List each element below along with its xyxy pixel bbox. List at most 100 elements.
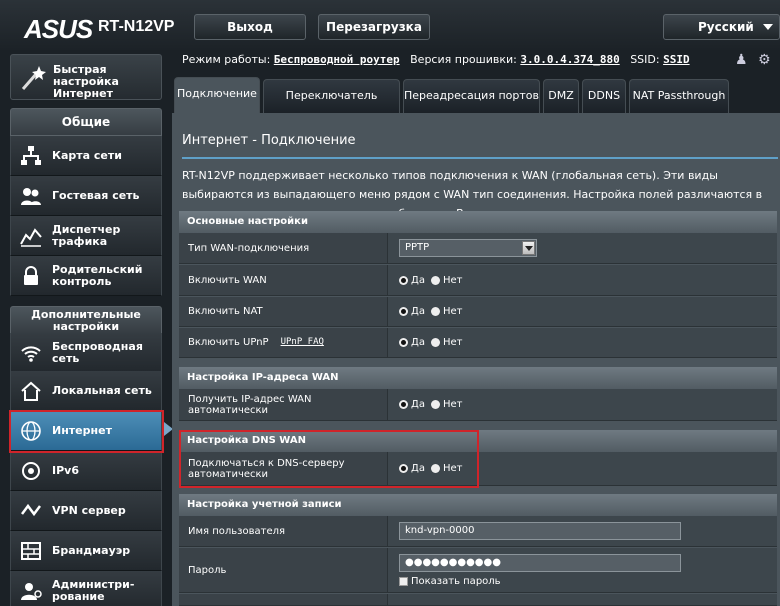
- sidebar-item-network-map[interactable]: Карта сети: [10, 136, 162, 176]
- password-input[interactable]: ●●●●●●●●●●●: [399, 553, 681, 572]
- password-label: Пароль: [179, 548, 388, 592]
- model-name: RT-N12VP: [98, 18, 175, 35]
- auto-ip-no-radio[interactable]: [430, 400, 440, 409]
- lock-icon: [19, 264, 43, 288]
- sidebar-item-administration[interactable]: Администри-рование: [10, 571, 162, 606]
- sidebar-item-lan[interactable]: Локальная сеть: [10, 371, 162, 411]
- enable-wan-no-radio[interactable]: [430, 275, 440, 285]
- status-icons[interactable]: ♟ ⚙: [735, 52, 771, 68]
- wan-type-row: Тип WAN-подключения PPTP: [179, 233, 777, 264]
- top-bar: ASUS RT-N12VP Выход Перезагрузка Русский: [0, 0, 780, 50]
- traffic-manager-icon: [19, 224, 43, 248]
- enable-wan-row: Включить WAN Да Нет: [179, 265, 777, 296]
- show-password-option[interactable]: Показать пароль: [399, 576, 501, 587]
- enable-upnp-label: Включить UPnP: [188, 337, 269, 348]
- basic-settings-header: Основные настройки: [179, 211, 777, 233]
- yes-label: Да: [411, 337, 425, 348]
- firewall-icon: [19, 539, 43, 563]
- sidebar-item-label: VPN сервер: [52, 503, 126, 517]
- wan-type-value: PPTP: [405, 242, 430, 253]
- tab-port-switch[interactable]: Переключатель портов: [263, 79, 400, 134]
- username-input[interactable]: knd-vpn-0000: [399, 522, 681, 540]
- advanced-section-header: Дополнительные настройки: [10, 306, 162, 334]
- password-row: Пароль ●●●●●●●●●●● Показать пароль: [179, 548, 777, 593]
- no-label: Нет: [442, 306, 463, 317]
- enable-upnp-no-radio[interactable]: [430, 338, 440, 347]
- language-select[interactable]: Русский: [663, 14, 780, 40]
- firmware-label: Версия прошивки:: [410, 53, 517, 66]
- sidebar-item-label: Карта сети: [52, 148, 122, 162]
- quick-setup-label: Быстрая настройка Интернет: [53, 63, 119, 100]
- enable-upnp-label-cell: Включить UPnP UPnP FAQ: [179, 328, 388, 357]
- users-icon[interactable]: ♟: [735, 52, 748, 68]
- wan-type-select[interactable]: PPTP: [399, 239, 537, 257]
- username-row: Имя пользователя knd-vpn-0000: [179, 516, 777, 547]
- chevron-down-icon: [763, 24, 773, 30]
- username-label: Имя пользователя: [179, 516, 388, 546]
- enable-wan-yes-radio[interactable]: [399, 275, 408, 285]
- enable-nat-no-radio[interactable]: [430, 307, 440, 316]
- mode-link[interactable]: Беспроводной роутер: [274, 53, 400, 66]
- tab-connection[interactable]: Подключение: [174, 77, 260, 113]
- yes-label: Да: [411, 274, 425, 286]
- ssid-label: SSID:: [630, 53, 660, 66]
- yes-label: Да: [411, 399, 425, 410]
- enable-upnp-yes-radio[interactable]: [399, 338, 408, 347]
- highlight-box-internet: [9, 410, 164, 453]
- sidebar-item-label: IPv6: [52, 463, 79, 477]
- highlight-box-dns: [179, 430, 479, 488]
- enable-nat-yes-radio[interactable]: [399, 307, 408, 316]
- page-title: Интернет - Подключение: [182, 133, 356, 148]
- usb-icon[interactable]: ⚙: [758, 52, 771, 68]
- no-label: Нет: [442, 399, 463, 410]
- admin-icon: [19, 579, 43, 603]
- no-label: Нет: [442, 337, 463, 348]
- enable-wan-label: Включить WAN: [179, 265, 388, 295]
- sidebar-item-label: Гостевая сеть: [52, 188, 140, 202]
- sidebar-item-firewall[interactable]: Брандмауэр: [10, 531, 162, 571]
- sidebar-item-guest-network[interactable]: Гостевая сеть: [10, 176, 162, 216]
- magic-wand-icon: [21, 66, 46, 90]
- next-row-partial: [179, 594, 777, 606]
- asus-logo: ASUS: [24, 14, 93, 44]
- home-icon: [19, 379, 43, 403]
- firmware-link[interactable]: 3.0.0.4.374_880: [520, 53, 619, 66]
- show-password-label: Показать пароль: [411, 575, 501, 587]
- reboot-button[interactable]: Перезагрузка: [318, 14, 430, 40]
- mode-label: Режим работы:: [182, 53, 271, 66]
- title-divider: [182, 157, 778, 159]
- sidebar-item-parental-control[interactable]: Родительский контроль: [10, 256, 162, 296]
- sidebar-item-wireless[interactable]: Беспроводная сеть: [10, 333, 162, 373]
- tab-nat-passthrough[interactable]: NAT Passthrough: [629, 79, 729, 113]
- account-settings-header: Настройка учетной записи: [179, 494, 777, 516]
- sidebar-item-vpn[interactable]: VPN сервер: [10, 491, 162, 531]
- tab-dmz[interactable]: DMZ: [543, 79, 579, 113]
- general-section-header: Общие: [10, 108, 162, 136]
- sidebar-item-label: Диспетчер трафика: [52, 222, 121, 248]
- upnp-faq-link[interactable]: UPnP FAQ: [281, 337, 324, 348]
- ssid-link[interactable]: SSID: [663, 53, 690, 66]
- no-label: Нет: [442, 274, 463, 286]
- enable-nat-label: Включить NAT: [179, 297, 388, 326]
- tab-ddns[interactable]: DDNS: [582, 79, 626, 113]
- chevron-down-icon: [522, 241, 535, 255]
- logout-button[interactable]: Выход: [194, 14, 306, 40]
- sidebar-item-label: Локальная сеть: [52, 383, 152, 397]
- enable-upnp-row: Включить UPnP UPnP FAQ Да Нет: [179, 328, 777, 358]
- auto-ip-label: Получить IP-адрес WAN автоматически: [179, 389, 388, 420]
- sidebar-item-label: Администри-рование: [52, 577, 135, 603]
- quick-setup-button[interactable]: Быстрая настройка Интернет: [10, 54, 162, 100]
- status-info: Режим работы: Беспроводной роутер Версия…: [182, 53, 690, 66]
- sidebar-item-label: Брандмауэр: [52, 543, 131, 557]
- wan-ip-header: Настройка IP-адреса WAN: [179, 367, 777, 389]
- auto-ip-yes-radio[interactable]: [399, 400, 408, 409]
- sidebar-item-traffic-manager[interactable]: Диспетчер трафика: [10, 216, 162, 256]
- language-label: Русский: [698, 20, 754, 34]
- tab-port-forwarding[interactable]: Переадресация портов: [403, 79, 540, 113]
- guest-network-icon: [19, 184, 43, 208]
- auto-ip-row: Получить IP-адрес WAN автоматически Да Н…: [179, 389, 777, 421]
- network-map-icon: [19, 144, 43, 168]
- sidebar-item-label: Родительский контроль: [52, 262, 143, 288]
- show-password-checkbox[interactable]: [399, 576, 408, 586]
- sidebar-item-ipv6[interactable]: IPv6: [10, 451, 162, 491]
